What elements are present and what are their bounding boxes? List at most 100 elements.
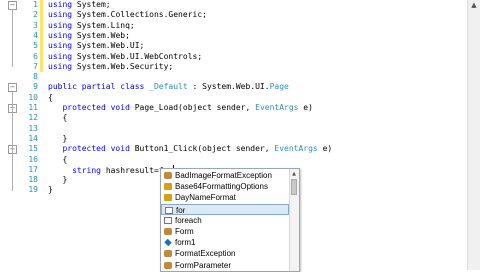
code-text: { <box>62 113 68 123</box>
code-line[interactable]: public partial class _Default : System.W… <box>48 82 289 92</box>
code-line[interactable]: } <box>48 175 67 185</box>
code-line[interactable]: } <box>48 185 53 195</box>
code-text: { <box>48 92 53 102</box>
class-icon <box>164 172 172 179</box>
code-text: System.Collections.Generic; <box>72 10 207 20</box>
completion-item[interactable]: BadImageFormatException <box>161 170 289 181</box>
code-text: System.Web.Security; <box>72 61 174 71</box>
code-line[interactable]: protected void Page_Load(object sender, … <box>48 103 313 113</box>
line-number: 8 <box>33 72 38 82</box>
code-text: System.Linq; <box>72 20 135 30</box>
completion-item[interactable]: form1 <box>161 237 289 248</box>
code-text: System.Web.UI.WebControls; <box>72 51 203 61</box>
popup-scroll-thumb[interactable] <box>291 179 297 195</box>
code-line[interactable]: using System.Linq; <box>48 21 135 31</box>
code-line[interactable]: using System; <box>48 0 111 10</box>
keyword: protected void <box>62 103 130 112</box>
line-number: 5 <box>33 41 38 51</box>
base-type: Page <box>269 82 289 92</box>
code-text: } <box>62 133 68 143</box>
class-icon <box>164 228 172 235</box>
line-number: 9 <box>33 82 38 92</box>
code-text: e) <box>317 144 333 154</box>
line-number: 15 <box>28 144 38 154</box>
editor-vertical-scrollbar[interactable]: ▲ <box>467 0 480 270</box>
completion-item[interactable]: Base64FormattingOptions <box>161 181 289 192</box>
change-indicator <box>40 0 43 73</box>
type-name: EventArgs <box>255 103 299 112</box>
completion-item-label: FormatException <box>175 249 236 259</box>
keyword: public partial class <box>48 82 145 92</box>
class-icon <box>164 261 172 269</box>
code-text: System.Web.UI; <box>72 41 145 51</box>
line-number: 10 <box>28 92 38 102</box>
code-line[interactable]: using System.Collections.Generic; <box>48 10 207 20</box>
enum-icon <box>164 183 172 191</box>
completion-item[interactable]: Form <box>161 226 289 237</box>
line-number: 11 <box>28 103 38 112</box>
keyword: protected void <box>62 144 130 154</box>
completion-item-label: FormParameter <box>175 260 232 270</box>
code-line[interactable]: protected void Button1_Click(object send… <box>48 144 332 154</box>
code-text: { <box>62 154 68 164</box>
line-number: 14 <box>28 133 38 143</box>
type-name: EventArgs <box>274 144 318 154</box>
line-number: 7 <box>33 61 38 71</box>
completion-item[interactable]: foreach <box>161 215 289 226</box>
code-line[interactable] <box>48 124 62 134</box>
keyword: using <box>48 51 73 61</box>
intellisense-popup[interactable]: ▲ BadImageFormatException Base64Formattin… <box>160 168 300 272</box>
class-name: _Default <box>149 82 188 92</box>
code-line[interactable]: string hashresult=for <box>48 164 175 175</box>
popup-scrollbar[interactable]: ▲ <box>289 169 299 271</box>
line-number: 16 <box>28 154 38 164</box>
line-number: 17 <box>28 164 38 174</box>
code-text: } <box>48 185 53 195</box>
line-number: 6 <box>33 51 38 61</box>
snippet-icon <box>165 206 173 214</box>
completion-item-label: Base64FormattingOptions <box>175 182 268 192</box>
keyword: using <box>48 41 73 51</box>
completion-item-label: Form <box>175 227 194 236</box>
keyword: string <box>72 165 101 175</box>
completion-item-label: foreach <box>175 215 202 225</box>
line-number: 12 <box>28 113 38 123</box>
popup-scroll-up-icon[interactable]: ▲ <box>290 169 298 179</box>
line-number: 3 <box>33 20 38 30</box>
code-line[interactable]: { <box>48 93 53 103</box>
code-text: System; <box>72 0 111 9</box>
code-line[interactable]: using System.Web.UI.WebControls; <box>48 52 202 62</box>
fold-guide <box>12 9 13 68</box>
class-icon <box>164 250 172 258</box>
snippet-icon <box>164 216 172 224</box>
line-number: 19 <box>28 185 38 195</box>
scroll-up-icon[interactable]: ▲ <box>469 0 479 10</box>
completion-item[interactable]: FormParameter <box>161 260 289 271</box>
line-number: 13 <box>28 123 38 133</box>
code-line[interactable]: using System.Web.Security; <box>48 62 173 72</box>
completion-item[interactable]: DayNameFormat <box>161 192 289 203</box>
keyword: using <box>48 10 73 20</box>
line-number: 1 <box>33 0 38 9</box>
keyword: using <box>48 0 73 9</box>
code-line[interactable]: using System.Web; <box>48 31 130 41</box>
code-text: e) <box>298 103 313 112</box>
code-text: System.Web; <box>72 30 130 40</box>
line-number: 4 <box>33 30 38 40</box>
completion-item[interactable]: FormatException <box>161 248 289 259</box>
line-number: 18 <box>28 175 38 185</box>
code-line[interactable]: using System.Web.UI; <box>48 41 144 51</box>
fold-guide <box>12 91 13 191</box>
completion-item-label: DayNameFormat <box>175 193 236 203</box>
enum-icon <box>164 194 172 202</box>
keyword: using <box>48 61 73 71</box>
line-number: 2 <box>33 10 38 20</box>
code-line[interactable]: { <box>48 155 67 165</box>
completion-item[interactable]: for <box>161 203 289 215</box>
field-icon <box>164 238 172 247</box>
code-text: } <box>62 175 68 185</box>
completion-item-label: form1 <box>175 238 196 248</box>
keyword: using <box>48 30 73 40</box>
code-line[interactable]: { <box>48 113 67 123</box>
code-line[interactable]: } <box>48 134 67 144</box>
